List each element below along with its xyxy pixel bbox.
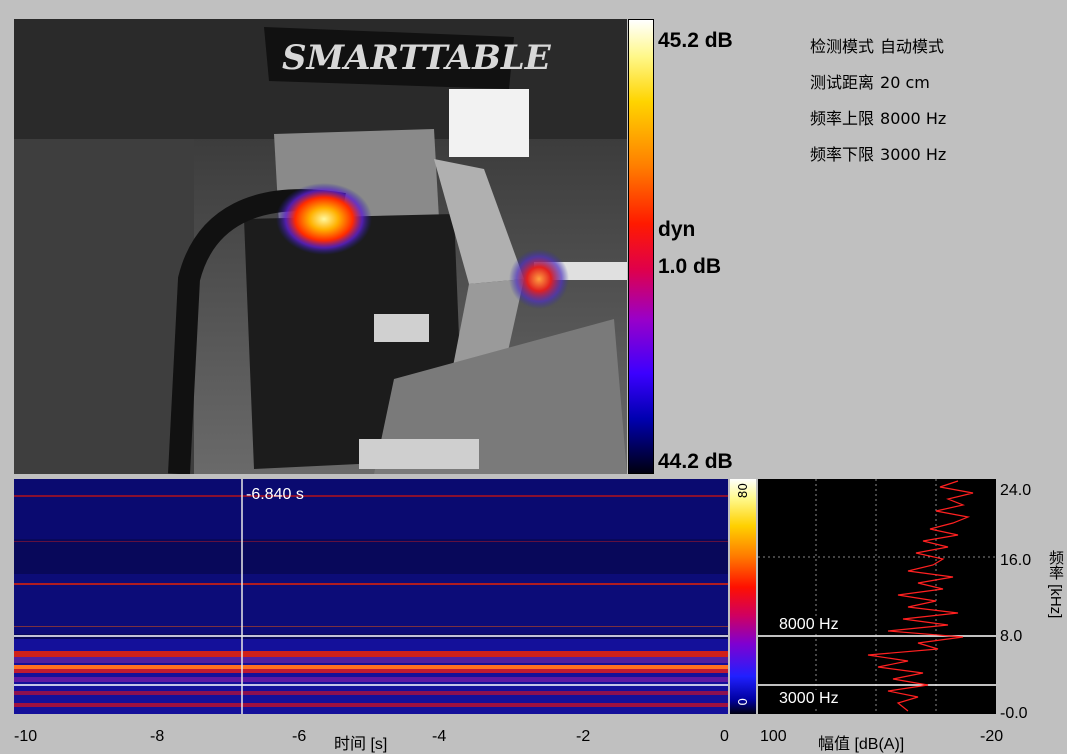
param-distance: 测试距离 20 cm [810,69,936,93]
amp-tick: 100 [760,728,787,745]
param-freq-lower: 频率下限 3000 Hz [810,141,952,165]
freq-tick: 24.0 [1000,482,1032,499]
time-tick: -4 [432,728,447,745]
param-value: 20 cm [880,73,930,92]
scale-max-label: 45.2 dB [658,29,733,52]
lower-limit-label: 3000 Hz [779,690,839,708]
param-label: 检测模式 [810,37,875,56]
brand-sign: SMARTTABLE [282,38,552,78]
param-value: 8000 Hz [880,109,947,128]
freq-tick: 8.0 [1000,628,1023,645]
color-scale-bar [628,19,654,474]
time-tick: 0 [720,728,729,745]
colorbar-max-label: 80 [736,483,750,499]
param-label: 测试距离 [810,73,875,92]
amplitude-panel[interactable] [758,479,996,714]
spectrogram[interactable] [14,479,728,714]
camera-image: SMARTTABLE [14,19,627,474]
param-detect-mode: 检测模式 自动模式 [810,33,950,57]
colorbar-min-label: 0 [736,698,750,706]
scale-mode-label: dyn [658,218,696,241]
time-tick: -6 [292,728,307,745]
scale-min-label: 44.2 dB [658,450,733,473]
param-value: 自动模式 [880,37,945,56]
time-cursor-readout: -6.840 s [246,486,304,503]
spectrogram-image [14,479,728,714]
amplitude-spectrum [758,479,996,714]
amp-axis-label: 幅值 [dB(A)] [818,736,905,753]
amp-tick: -20 [980,728,1004,745]
scale-range-label: 1.0 dB [658,255,722,278]
param-freq-upper: 频率上限 8000 Hz [810,105,952,129]
spectrogram-colorbar [730,479,756,714]
param-label: 频率下限 [810,145,875,164]
time-tick: -2 [576,728,591,745]
time-tick: -8 [150,728,165,745]
freq-tick: -0.0 [1000,705,1028,722]
time-axis-label: 时间 [s] [334,736,388,753]
upper-limit-label: 8000 Hz [779,616,839,634]
freq-axis-label: 频率 [kHz] [1047,550,1064,619]
param-label: 频率上限 [810,109,875,128]
param-value: 3000 Hz [880,145,947,164]
freq-tick: 16.0 [1000,552,1032,569]
camera-view[interactable]: SMARTTABLE [14,19,627,474]
time-tick: -10 [14,728,38,745]
